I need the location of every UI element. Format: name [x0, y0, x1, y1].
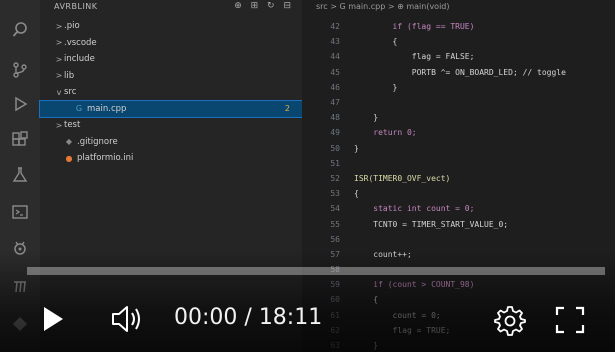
code-text: return 0;: [354, 128, 417, 138]
chevron-right-icon: >: [55, 120, 63, 130]
source-control-icon[interactable]: [8, 58, 32, 82]
line-number: 48: [330, 113, 340, 123]
code-line: 42 if (flag == TRUE): [302, 19, 615, 34]
line-number: 54: [330, 204, 340, 214]
line-number: 53: [330, 189, 340, 199]
progress-bar[interactable]: [27, 267, 605, 275]
tree-item-label: include: [64, 54, 95, 65]
time-total: 18:11: [258, 305, 323, 330]
explorer-title: AVRBLINK: [54, 2, 98, 11]
code-line: 44 flag = FALSE;: [302, 49, 615, 64]
chevron-right-icon: >: [55, 21, 63, 31]
code-line: 45 PORTB ^= ON_BOARD_LED; // toggle: [302, 65, 615, 80]
code-text: }: [354, 82, 398, 92]
fullscreen-button[interactable]: [553, 304, 587, 336]
tree-item-label: test: [64, 120, 81, 131]
tree-item-label: .gitignore: [77, 136, 118, 147]
tree-item-label: main.cpp: [87, 103, 127, 114]
code-text: PORTB ^= ON_BOARD_LED; // toggle: [354, 67, 566, 77]
problem-count-badge: 2: [284, 104, 290, 114]
code-text: flag = FALSE;: [354, 52, 475, 62]
line-number: 52: [330, 173, 340, 183]
tree-item-label: lib: [64, 70, 75, 81]
code-line: 47: [302, 95, 615, 110]
code-text: ISR(TIMER0_OVF_vect): [354, 173, 451, 183]
settings-icon: [494, 306, 526, 336]
settings-button[interactable]: [492, 302, 528, 338]
tree-item[interactable]: ◆ .gitignore: [40, 134, 302, 151]
code-line: 46 }: [302, 80, 615, 95]
time-display: 00:00 / 18:11: [174, 305, 322, 330]
line-number: 42: [330, 22, 340, 32]
volume-button[interactable]: [108, 302, 146, 336]
file-tree: > .pio > .vscode > include > lib v src Gmain.cpp 2 >…: [39, 18, 303, 167]
play-button[interactable]: [38, 302, 68, 336]
code-text: TCNT0 = TIMER_START_VALUE_0;: [354, 219, 509, 229]
line-number: 55: [330, 219, 340, 229]
terminal-icon[interactable]: [8, 200, 32, 224]
play-icon: [44, 307, 63, 331]
code-text: }: [354, 143, 359, 153]
tree-item[interactable]: v src: [40, 84, 302, 101]
tree-item-label: .vscode: [64, 37, 97, 48]
breadcrumb[interactable]: src > G main.cpp > ⊕ main(void): [316, 2, 450, 11]
tree-item[interactable]: > test: [40, 117, 302, 134]
explorer-header: AVRBLINK ⊕ ⊞ ↻ ⊟: [40, 0, 302, 16]
code-line: 49 return 0;: [302, 125, 615, 140]
explorer-toolbar[interactable]: ⊕ ⊞ ↻ ⊟: [234, 1, 294, 11]
tree-item[interactable]: > lib: [40, 68, 302, 85]
code-text: {: [354, 189, 359, 199]
run-debug-icon[interactable]: [8, 92, 32, 116]
fullscreen-icon: [555, 306, 585, 334]
volume-icon: [112, 306, 140, 332]
flask-icon[interactable]: [8, 163, 32, 187]
tree-item-label: src: [64, 87, 77, 98]
cpp-file-icon: G: [75, 104, 83, 114]
code-text: }: [354, 113, 379, 123]
code-line: 51: [302, 156, 615, 171]
code-text: {: [354, 37, 398, 47]
line-number: 49: [330, 128, 340, 138]
time-current: 00:00: [174, 305, 238, 330]
tree-item[interactable]: ● platformio.ini: [40, 150, 302, 167]
code-line: 48 }: [302, 110, 615, 125]
time-separator: /: [237, 305, 259, 330]
code-line: 43 {: [302, 34, 615, 49]
chevron-right-icon: >: [55, 54, 63, 64]
code-line: 54 static int count = 0;: [302, 201, 615, 216]
line-number: 56: [330, 234, 340, 244]
line-number: 50: [330, 143, 340, 153]
tree-item[interactable]: > .pio: [40, 18, 302, 35]
code-line: 55 TCNT0 = TIMER_START_VALUE_0;: [302, 216, 615, 231]
chevron-right-icon: >: [55, 71, 63, 81]
search-icon[interactable]: [8, 18, 32, 42]
line-number: 43: [330, 37, 340, 47]
video-frame: { "explorer": { "title": "AVRBLINK", "to…: [0, 0, 615, 352]
line-number: 47: [330, 98, 340, 108]
tree-item[interactable]: > .vscode: [40, 35, 302, 52]
config-file-icon: ●: [65, 153, 73, 163]
git-file-icon: ◆: [65, 137, 73, 147]
tree-item-label: .pio: [64, 21, 80, 32]
line-number: 51: [330, 158, 340, 168]
line-number: 44: [330, 52, 340, 62]
code-line: 52 ISR(TIMER0_OVF_vect): [302, 171, 615, 186]
line-number: 46: [330, 82, 340, 92]
tree-item-label: platformio.ini: [77, 153, 134, 164]
tree-item-selected[interactable]: Gmain.cpp 2: [39, 99, 303, 118]
extensions-icon[interactable]: [8, 128, 32, 152]
code-line: 53 {: [302, 186, 615, 201]
line-number: 45: [330, 67, 340, 77]
tree-item[interactable]: > include: [40, 51, 302, 68]
code-line: 56: [302, 232, 615, 247]
chevron-right-icon: >: [55, 38, 63, 48]
code-line: 50}: [302, 141, 615, 156]
code-text: if (flag == TRUE): [354, 22, 475, 32]
code-text: static int count = 0;: [354, 204, 475, 214]
chevron-down-icon: v: [56, 87, 62, 97]
